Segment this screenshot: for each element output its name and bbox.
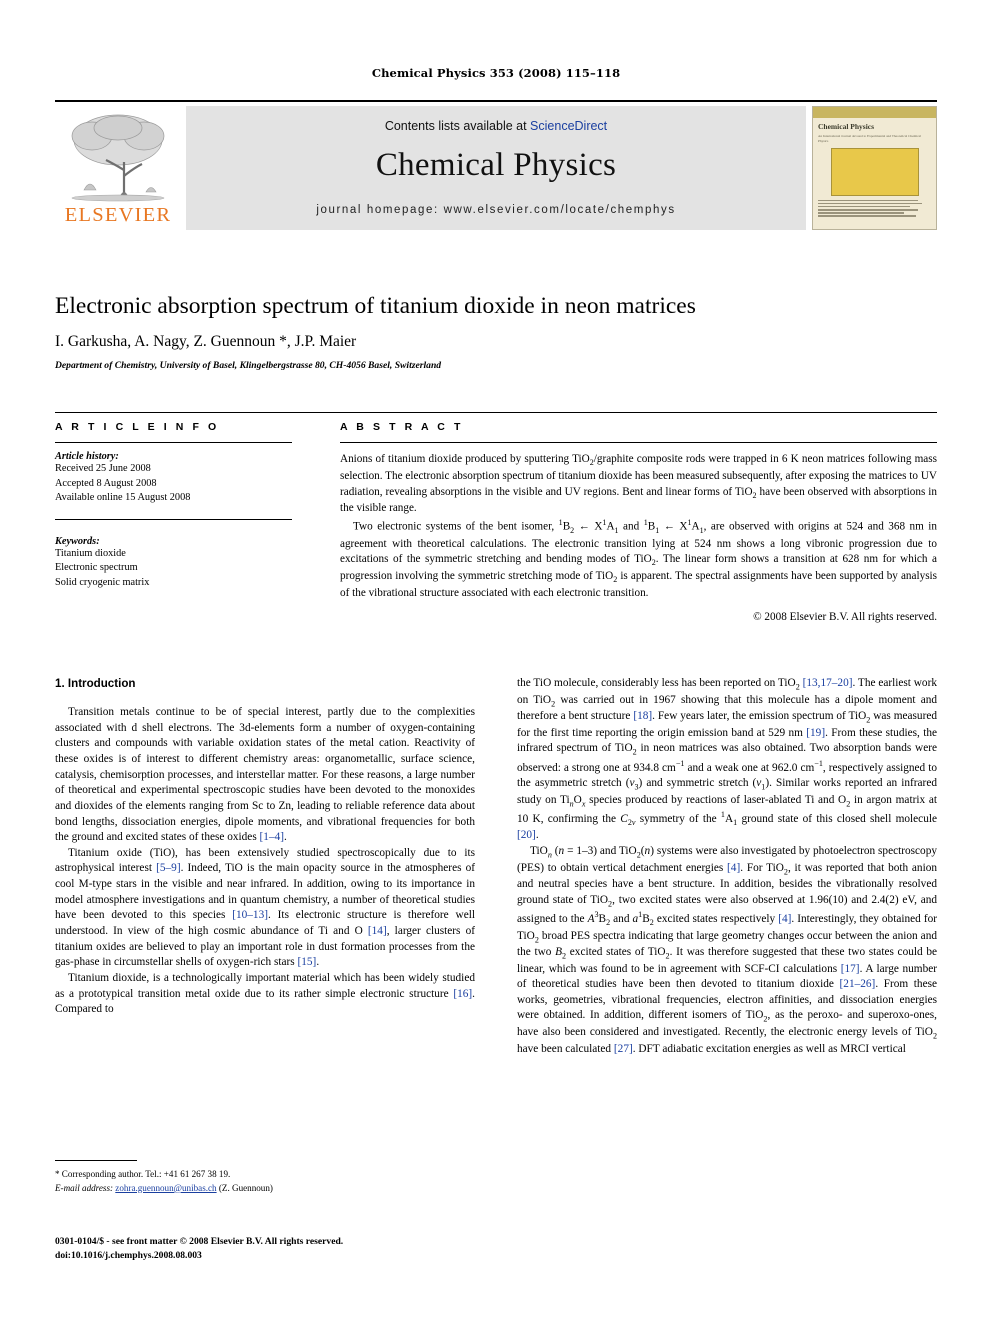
contents-prefix: Contents lists available at (384, 119, 531, 133)
sciencedirect-link[interactable]: ScienceDirect (530, 119, 607, 133)
history-received: Received 25 June 2008 (55, 463, 151, 474)
email-label: E-mail address: (55, 1182, 114, 1193)
cover-journal-title: Chemical Physics (818, 122, 875, 131)
footnote-rule (55, 1160, 137, 1161)
email-address-link[interactable]: zohra.guennoun@unibas.ch (115, 1183, 216, 1193)
page-footer: 0301-0104/$ - see front matter © 2008 El… (55, 1235, 555, 1263)
history-accepted: Accepted 8 August 2008 (55, 477, 157, 489)
abstract-body: Anions of titanium dioxide produced by s… (340, 452, 937, 602)
elsevier-logo: ELSEVIER (55, 106, 181, 230)
running-head: Chemical Physics 353 (2008) 115–118 (371, 66, 621, 80)
article-info-rule (55, 442, 292, 443)
keyword-item: Electronic spectrum (55, 562, 138, 574)
article-info-heading: A R T I C L E I N F O (55, 421, 220, 433)
keywords-block: Keywords: Titanium dioxide Electronic sp… (55, 536, 303, 591)
keywords-title: Keywords: (55, 535, 100, 547)
abstract-paragraph-2: Two electronic systems of the bent isome… (340, 518, 938, 599)
journal-homepage-line[interactable]: journal homepage: www.elsevier.com/locat… (316, 204, 675, 216)
email-person: (Z. Guennoun) (218, 1182, 273, 1193)
corresponding-author-text: Corresponding author. Tel.: +41 61 267 3… (61, 1169, 231, 1179)
email-note: E-mail address: zohra.guennoun@unibas.ch… (55, 1182, 475, 1196)
article-info-abstract-block: A R T I C L E I N F O Article history: R… (55, 412, 937, 623)
abstract-heading: A B S T R A C T (340, 421, 464, 433)
body-paragraph: Transition metals continue to be of spec… (55, 706, 475, 844)
abstract-rule (340, 442, 937, 443)
article-info-column: A R T I C L E I N F O Article history: R… (55, 413, 303, 623)
section-heading-introduction: 1. Introduction (55, 677, 136, 690)
cover-artwork (830, 147, 919, 196)
keyword-item: Titanium dioxide (55, 547, 126, 559)
journal-cover-thumbnail: Chemical Physics An International Journa… (812, 106, 937, 230)
corresponding-author-note: * Corresponding author. Tel.: +41 61 267… (55, 1168, 475, 1182)
contents-available-line: Contents lists available at ScienceDirec… (385, 119, 607, 133)
keywords-rule (55, 518, 292, 520)
body-paragraph: Titanium oxide (TiO), has been extensive… (55, 846, 476, 969)
cover-text-lines (818, 199, 936, 218)
elsevier-wordmark: ELSEVIER (64, 204, 172, 226)
footnote-block: * Corresponding author. Tel.: +41 61 267… (55, 1160, 475, 1195)
article-authors: I. Garkusha, A. Nagy, Z. Guennoun *, J.P… (55, 333, 357, 350)
article-history-title: Article history: (55, 451, 119, 462)
body-paragraph: the TiO molecule, considerably less has … (517, 677, 938, 842)
asterisk-icon: * (55, 1169, 60, 1179)
article-title: Electronic absorption spectrum of titani… (55, 293, 696, 319)
journal-article-page: Chemical Physics 353 (2008) 115–118 ELSE… (0, 0, 992, 1323)
history-available-online: Available online 15 August 2008 (55, 492, 191, 504)
body-column-right: the TiO molecule, considerably less has … (517, 676, 937, 1057)
abstract-paragraph-1: Anions of titanium dioxide produced by s… (340, 453, 937, 515)
abstract-copyright: © 2008 Elsevier B.V. All rights reserved… (753, 610, 937, 623)
journal-title: Chemical Physics (375, 147, 617, 183)
masthead-top-rule (55, 100, 937, 102)
cover-journal-subtitle: An International Journal devoted to Expe… (818, 133, 922, 143)
body-column-left: 1. Introduction Transition metals contin… (55, 676, 475, 1018)
body-paragraph: Titanium dioxide, is a technologically i… (55, 971, 475, 1016)
journal-masthead: ELSEVIER Contents lists available at Sci… (55, 100, 937, 230)
cover-top-band (813, 107, 936, 118)
body-paragraph: TiOn (n = 1–3) and TiO2(n) systems were … (517, 845, 938, 1055)
issn-copyright-line: 0301-0104/$ - see front matter © 2008 El… (55, 1236, 344, 1247)
abstract-column: A B S T R A C T Anions of titanium dioxi… (340, 413, 937, 623)
author-affiliation: Department of Chemistry, University of B… (55, 360, 442, 371)
keyword-item: Solid cryogenic matrix (55, 577, 150, 589)
masthead-center-band: Contents lists available at ScienceDirec… (186, 106, 806, 230)
doi-line: doi:10.1016/j.chemphys.2008.08.003 (55, 1249, 202, 1261)
elsevier-tree-icon (71, 114, 165, 202)
